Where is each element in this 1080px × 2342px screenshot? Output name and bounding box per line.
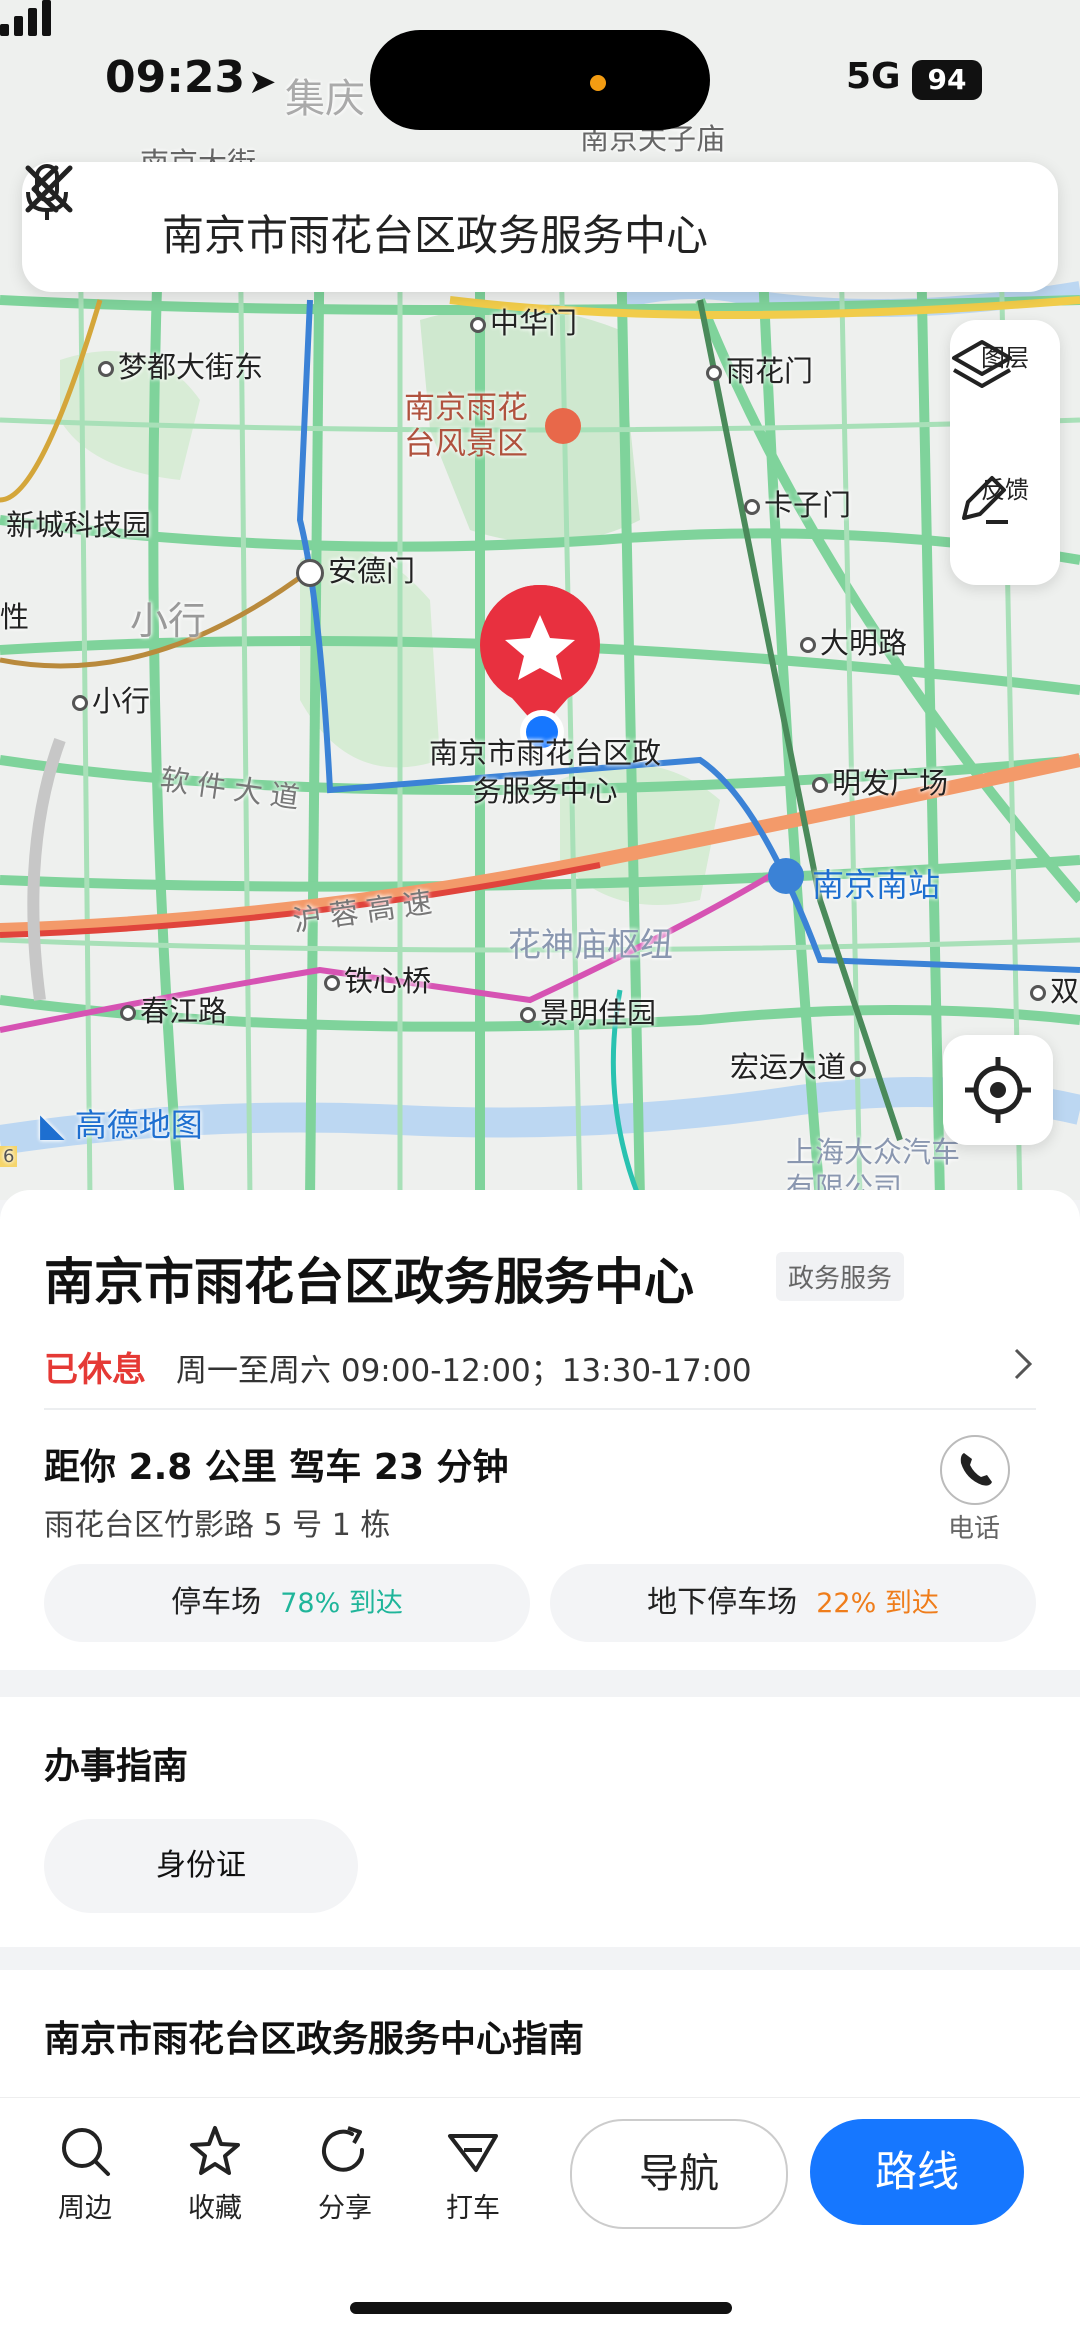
layers-button[interactable]: 图层 xyxy=(950,338,1060,388)
phone-icon xyxy=(960,1453,992,1486)
parking-arrival-pct: 22% 到达 xyxy=(816,1588,939,1619)
taxi-icon xyxy=(448,2134,498,2172)
locate-me-button[interactable] xyxy=(943,1035,1053,1145)
star-icon xyxy=(190,2126,240,2175)
taxi-button[interactable]: 打车 xyxy=(428,2124,518,2225)
close-icon[interactable] xyxy=(22,162,76,216)
map-label-poi: 南京市雨花台区政务服务中心 xyxy=(428,736,661,808)
map-label: 新城科技园 xyxy=(6,508,152,542)
network-type: 5G xyxy=(846,56,901,97)
search-query[interactable]: 南京市雨花台区政务服务中心 xyxy=(162,202,708,263)
section-title: 办事指南 xyxy=(44,1746,189,1787)
layers-icon xyxy=(952,340,1012,388)
feedback-button[interactable]: 反馈 xyxy=(950,470,1060,524)
map-label: 小行 xyxy=(72,678,150,720)
amap-logo: ◣ 高德地图 xyxy=(40,1106,203,1144)
map-label: 小行 xyxy=(130,599,207,643)
signal-icon xyxy=(0,0,51,36)
map-label: 性 xyxy=(0,600,30,634)
poi-title: 南京市雨花台区政务服务中心 xyxy=(44,1253,694,1311)
parking-name: 停车场 xyxy=(171,1585,262,1620)
parking-chip[interactable]: 停车场 78% 到达 xyxy=(44,1564,530,1642)
favorite-button[interactable]: 收藏 xyxy=(170,2124,260,2225)
map-label: 铁心桥 xyxy=(324,958,431,1000)
location-arrow-icon: ➤ xyxy=(248,62,277,102)
map-label: 卡子门 xyxy=(744,482,851,524)
phone-label: 电话 xyxy=(948,1514,1001,1544)
status-time: 09:23 xyxy=(105,52,246,103)
privacy-indicator-icon xyxy=(590,75,606,91)
map-label: 6 xyxy=(0,1146,18,1167)
map-label: 景明佳园 xyxy=(520,990,656,1032)
map-label: 明发广场 xyxy=(812,760,948,802)
navigate-button[interactable]: 导航 xyxy=(570,2119,788,2229)
crosshair-icon xyxy=(965,1057,1031,1123)
route-button[interactable]: 路线 xyxy=(810,2119,1024,2225)
map-label: 花神庙枢纽 xyxy=(508,925,673,964)
poi-address: 雨花台区竹影路 5 号 1 栋 xyxy=(44,1508,391,1543)
share-icon xyxy=(322,2126,365,2172)
guide-chip-id-card[interactable]: 身份证 xyxy=(44,1819,358,1913)
dynamic-island xyxy=(370,30,710,130)
open-status: 已休息 xyxy=(44,1350,146,1390)
favorite-label: 收藏 xyxy=(188,2193,242,2224)
map-label: 大明路 xyxy=(800,620,907,662)
center-guide-section[interactable]: 南京市雨花台区政务服务中心指南 xyxy=(0,1970,1080,2100)
home-indicator[interactable] xyxy=(350,2302,732,2314)
battery-icon: 94 xyxy=(912,60,982,100)
map-label: 双 xyxy=(1030,968,1079,1010)
chevron-right-icon xyxy=(1014,1348,1033,1380)
map-label-scenic: 南京雨花台风景区 xyxy=(404,390,528,462)
map-label-station: 南京南站 xyxy=(812,866,941,904)
map-label: 春江路 xyxy=(120,988,227,1030)
share-button[interactable]: 分享 xyxy=(300,2124,390,2225)
map-label: 雨花门 xyxy=(706,348,813,390)
section-title: 南京市雨花台区政务服务中心指南 xyxy=(44,2019,585,2060)
map-label: 梦都大街东 xyxy=(98,344,263,386)
phone-button[interactable] xyxy=(940,1435,1010,1505)
map-tools: 图层 反馈 xyxy=(950,320,1060,585)
map-label: 宏运大道 xyxy=(730,1044,870,1086)
share-label: 分享 xyxy=(318,2193,372,2224)
map-label: 集庆 xyxy=(285,76,365,122)
nearby-button[interactable]: 周边 xyxy=(40,2124,130,2225)
service-guide-section: 办事指南 身份证 xyxy=(0,1697,1080,1947)
parking-arrival-pct: 78% 到达 xyxy=(280,1588,403,1619)
edit-pen-icon xyxy=(962,476,1008,524)
nearby-label: 周边 xyxy=(58,2193,112,2224)
taxi-label: 打车 xyxy=(446,2193,500,2224)
map-label: 安德门 xyxy=(296,548,415,590)
opening-hours: 周一至周六 09:00-12:00；13:30-17:00 xyxy=(176,1353,752,1389)
divider xyxy=(44,1408,1036,1410)
map-view[interactable]: 集庆 南京夫子庙 南京大街 中华门 梦都大街东 雨花门 南京雨花台风景区 卡子门… xyxy=(0,0,1080,1200)
poi-category-tag: 政务服务 xyxy=(776,1252,905,1301)
map-label: 中华门 xyxy=(470,300,577,342)
parking-name: 地下停车场 xyxy=(647,1585,798,1620)
opening-hours-row[interactable]: 已休息 周一至周六 09:00-12:00；13:30-17:00 xyxy=(0,1330,1080,1400)
parking-chip[interactable]: 地下停车场 22% 到达 xyxy=(550,1564,1036,1642)
search-icon xyxy=(62,2128,110,2176)
poi-info-card: 南京市雨花台区政务服务中心 政务服务 已休息 周一至周六 09:00-12:00… xyxy=(0,1190,1080,1670)
search-bar[interactable]: 南京市雨花台区政务服务中心 xyxy=(22,162,1058,292)
distance-info: 距你 2.8 公里 驾车 23 分钟 xyxy=(44,1447,509,1488)
